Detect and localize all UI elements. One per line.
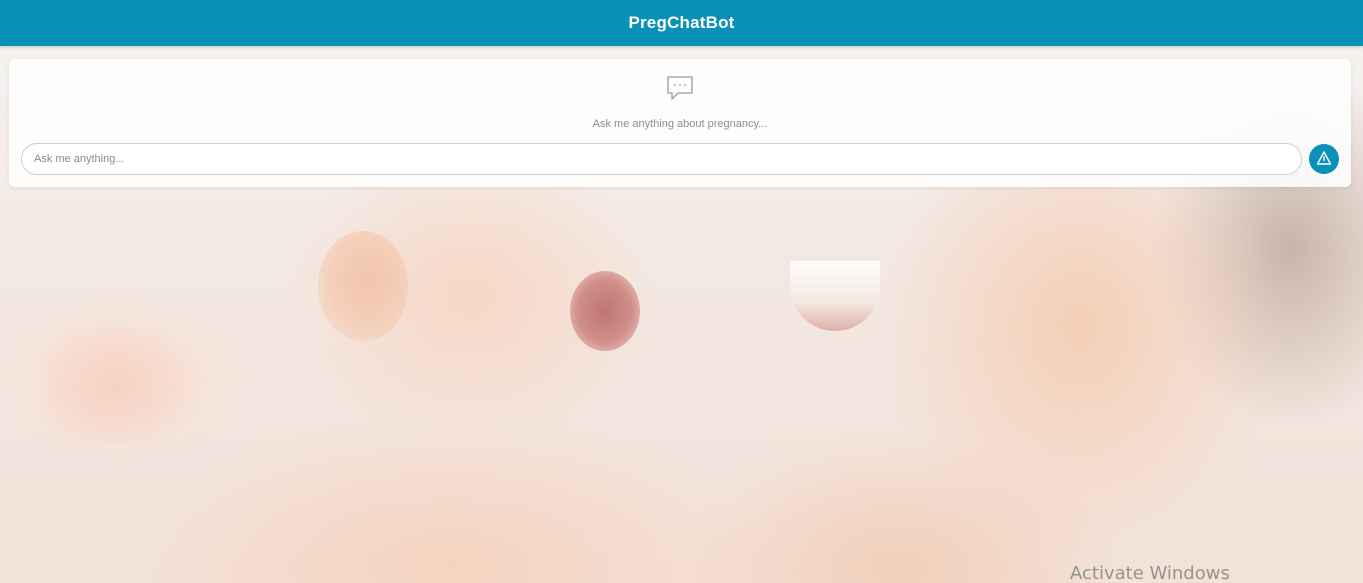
mother-smile-shape <box>790 261 880 331</box>
baby-hand-shape <box>40 326 190 446</box>
app-title: PregChatBot <box>628 13 735 32</box>
chat-message-input[interactable] <box>21 143 1302 175</box>
chat-bubble-icon <box>665 73 695 103</box>
send-triangle-icon <box>1316 150 1332 169</box>
chat-input-row <box>21 143 1339 175</box>
activate-windows-watermark: Activate Windows <box>1070 563 1230 583</box>
send-button[interactable] <box>1309 144 1339 174</box>
baby-mouth-shape <box>570 271 640 351</box>
app-header: PregChatBot <box>0 0 1363 46</box>
chat-panel: Ask me anything about pregnancy... <box>9 59 1351 187</box>
chat-empty-message: Ask me anything about pregnancy... <box>592 118 768 130</box>
baby-ear-shape <box>318 231 408 341</box>
chat-empty-state: Ask me anything about pregnancy... <box>9 73 1351 130</box>
